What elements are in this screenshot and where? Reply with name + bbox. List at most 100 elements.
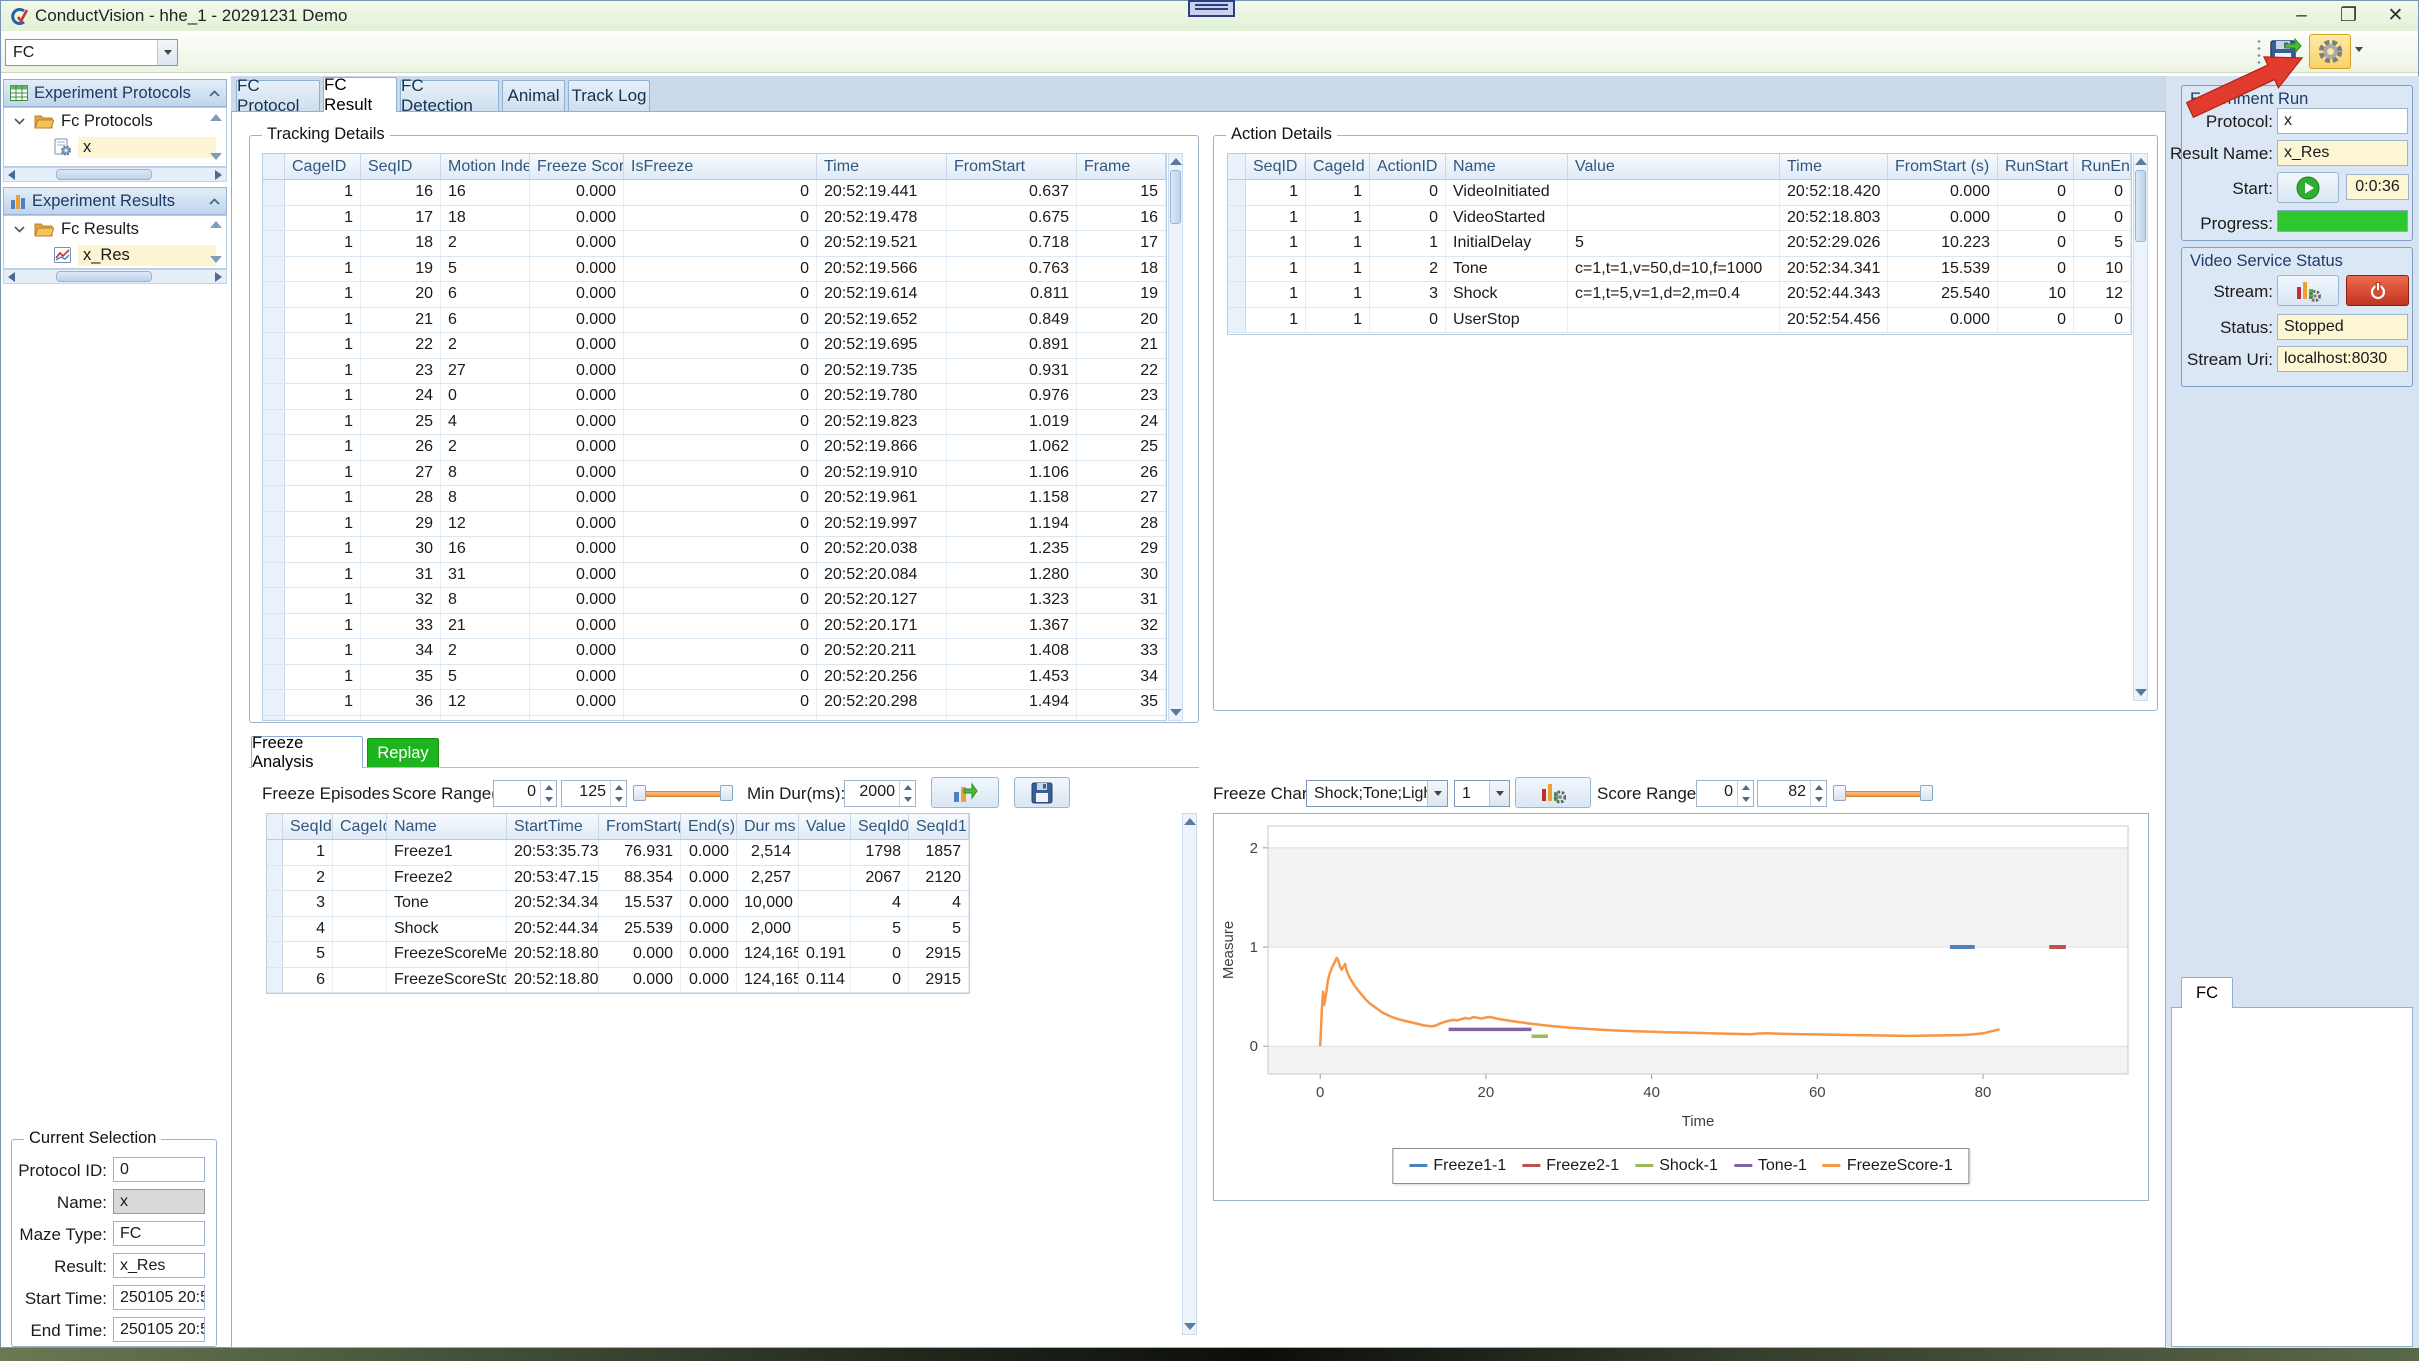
stream-stats-button[interactable] (2277, 275, 2339, 306)
column-header[interactable]: CageId (1306, 154, 1370, 179)
table-row[interactable]: 133210.000020:52:20.1711.36732 (263, 614, 1166, 640)
chart-score-min-spinner[interactable]: 0 (1696, 780, 1754, 807)
scroll-left-icon[interactable] (8, 272, 15, 282)
column-header[interactable]: FromStart (s) (1888, 154, 1998, 179)
table-row[interactable]: 12060.000020:52:19.6140.81119 (263, 282, 1166, 308)
minimize-button[interactable]: – (2279, 1, 2324, 30)
score-min-spinner[interactable]: 0 (493, 780, 557, 807)
protocol-type-combobox[interactable]: FC (5, 39, 178, 66)
table-row[interactable]: 113Shockc=1,t=5,v=1,d=2,m=0.420:52:44.34… (1228, 282, 2131, 308)
tab-track-log[interactable]: Track Log (568, 80, 650, 111)
hscroll-thumb[interactable] (56, 169, 152, 180)
slider-handle-min[interactable] (633, 785, 646, 801)
scroll-up-icon[interactable] (1184, 818, 1196, 825)
tracking-table-scrollbar[interactable] (1168, 153, 1183, 721)
column-header[interactable]: End(s) (681, 814, 737, 839)
toolbar-overflow-icon[interactable] (2355, 47, 2363, 52)
column-header[interactable]: Value (799, 814, 851, 839)
tree-scroll-down-icon[interactable] (210, 256, 222, 263)
score-max-spinner[interactable]: 125 (561, 780, 627, 807)
scrollbar-thumb[interactable] (2135, 170, 2146, 242)
protocols-hscrollbar[interactable] (3, 167, 227, 182)
table-row[interactable]: 2Freeze220:53:47.15788.3540.0002,2572067… (267, 866, 969, 892)
stream-uri-field[interactable]: localhost:8030 (2277, 346, 2408, 372)
column-header[interactable]: Name (387, 814, 507, 839)
column-header[interactable]: SeqId1 (909, 814, 969, 839)
spinner-arrows[interactable] (1810, 781, 1826, 806)
hscroll-thumb[interactable] (56, 271, 152, 282)
tree-node-fc-protocols[interactable]: Fc Protocols (4, 108, 226, 134)
result-field[interactable]: x_Res (113, 1253, 205, 1278)
spinner-arrows[interactable] (610, 781, 626, 806)
protocol-id-field[interactable]: 0 (113, 1157, 205, 1182)
maximize-button[interactable]: ❐ (2326, 1, 2371, 30)
table-row[interactable]: 129120.000020:52:19.9971.19428 (263, 512, 1166, 538)
chart-filter-combobox[interactable]: Shock;Tone;Ligh... (1306, 780, 1448, 807)
collapse-chevron-icon[interactable] (209, 90, 220, 97)
table-row[interactable]: 12400.000020:52:19.7800.97623 (263, 384, 1166, 410)
column-header[interactable]: SeqId (283, 814, 333, 839)
table-row[interactable]: 131310.000020:52:20.0841.28030 (263, 563, 1166, 589)
tab-replay[interactable]: Replay (367, 738, 439, 767)
table-row[interactable]: 110VideoStarted20:52:18.8030.00000 (1228, 206, 2131, 232)
end-time-field[interactable]: 250105 20:5: (113, 1317, 205, 1342)
chart-settings-button[interactable] (1515, 777, 1591, 808)
maze-type-field[interactable]: FC (113, 1221, 205, 1246)
column-header[interactable]: CageId (333, 814, 387, 839)
table-row[interactable]: 1Freeze120:53:35.73476.9310.0002,5141798… (267, 840, 969, 866)
scroll-left-icon[interactable] (8, 170, 15, 180)
column-header[interactable]: RunStart (1998, 154, 2074, 179)
table-row[interactable]: 117180.000020:52:19.4780.67516 (263, 206, 1166, 232)
table-row[interactable]: 13790.000020:52:20.3411.53836 (263, 716, 1166, 721)
tree-node-protocol-x[interactable]: x (4, 134, 226, 160)
column-header[interactable]: FromStart (947, 154, 1077, 179)
column-header[interactable]: SeqID (1246, 154, 1306, 179)
column-header[interactable]: Dur ms (737, 814, 799, 839)
power-button[interactable] (2346, 275, 2409, 306)
save-episodes-button[interactable] (1014, 777, 1070, 808)
table-row[interactable]: 116160.000020:52:19.4410.63715 (263, 180, 1166, 206)
slider-handle-max[interactable] (720, 785, 733, 801)
score-range-slider[interactable] (633, 785, 733, 801)
tab-fc-protocol[interactable]: FC Protocol (236, 80, 320, 111)
column-header[interactable]: Motion Index (441, 154, 530, 179)
column-header[interactable]: CageID (285, 154, 361, 179)
start-button[interactable] (2277, 172, 2339, 203)
tree-scroll-down-icon[interactable] (210, 153, 222, 160)
table-row[interactable]: 112Tonec=1,t=1,v=50,d=10,f=100020:52:34.… (1228, 257, 2131, 283)
tree-scroll-up-icon[interactable] (210, 114, 222, 121)
scroll-down-icon[interactable] (1184, 1323, 1196, 1330)
column-header[interactable]: Name (1446, 154, 1568, 179)
hidden-taskbar-widget[interactable] (1188, 0, 1235, 17)
close-button[interactable]: ✕ (2373, 1, 2418, 30)
column-header[interactable]: SeqID (361, 154, 441, 179)
sidebar-panel-experiment-protocols-header[interactable]: Experiment Protocols (3, 79, 227, 107)
slider-handle-min[interactable] (1833, 785, 1846, 801)
scrollbar-thumb[interactable] (1170, 170, 1181, 224)
collapse-chevron-icon[interactable] (209, 198, 220, 205)
table-row[interactable]: 12620.000020:52:19.8661.06225 (263, 435, 1166, 461)
scroll-down-icon[interactable] (1170, 709, 1182, 716)
table-row[interactable]: 110UserStop20:52:54.4560.00000 (1228, 308, 2131, 334)
result-name-field[interactable]: x_Res (2277, 140, 2408, 166)
table-row[interactable]: 6FreezeScoreStdev20:52:18.8040.0000.0001… (267, 968, 969, 994)
tab-fc-detection[interactable]: FC Detection (400, 80, 499, 111)
table-row[interactable]: 130160.000020:52:20.0381.23529 (263, 537, 1166, 563)
scroll-right-icon[interactable] (215, 170, 222, 180)
results-hscrollbar[interactable] (3, 269, 227, 284)
column-header[interactable]: RunEnd (2074, 154, 2131, 179)
min-dur-spinner[interactable]: 2000 (844, 780, 916, 807)
expander-chevron-icon[interactable] (14, 226, 25, 233)
table-row[interactable]: 12780.000020:52:19.9101.10626 (263, 461, 1166, 487)
tree-node-result-xres[interactable]: x_Res (4, 242, 226, 268)
chart-cage-combobox[interactable]: 1 (1454, 780, 1510, 807)
column-header[interactable]: FromStart(s) (599, 814, 681, 839)
freeze-area-scrollbar[interactable] (1182, 813, 1197, 1335)
start-time-field[interactable]: 250105 20:5: (113, 1285, 205, 1310)
spinner-arrows[interactable] (1737, 781, 1753, 806)
column-header[interactable]: StartTime (507, 814, 599, 839)
slider-handle-max[interactable] (1920, 785, 1933, 801)
scroll-up-icon[interactable] (2135, 158, 2147, 165)
table-row[interactable]: 12220.000020:52:19.6950.89121 (263, 333, 1166, 359)
table-row[interactable]: 12880.000020:52:19.9611.15827 (263, 486, 1166, 512)
